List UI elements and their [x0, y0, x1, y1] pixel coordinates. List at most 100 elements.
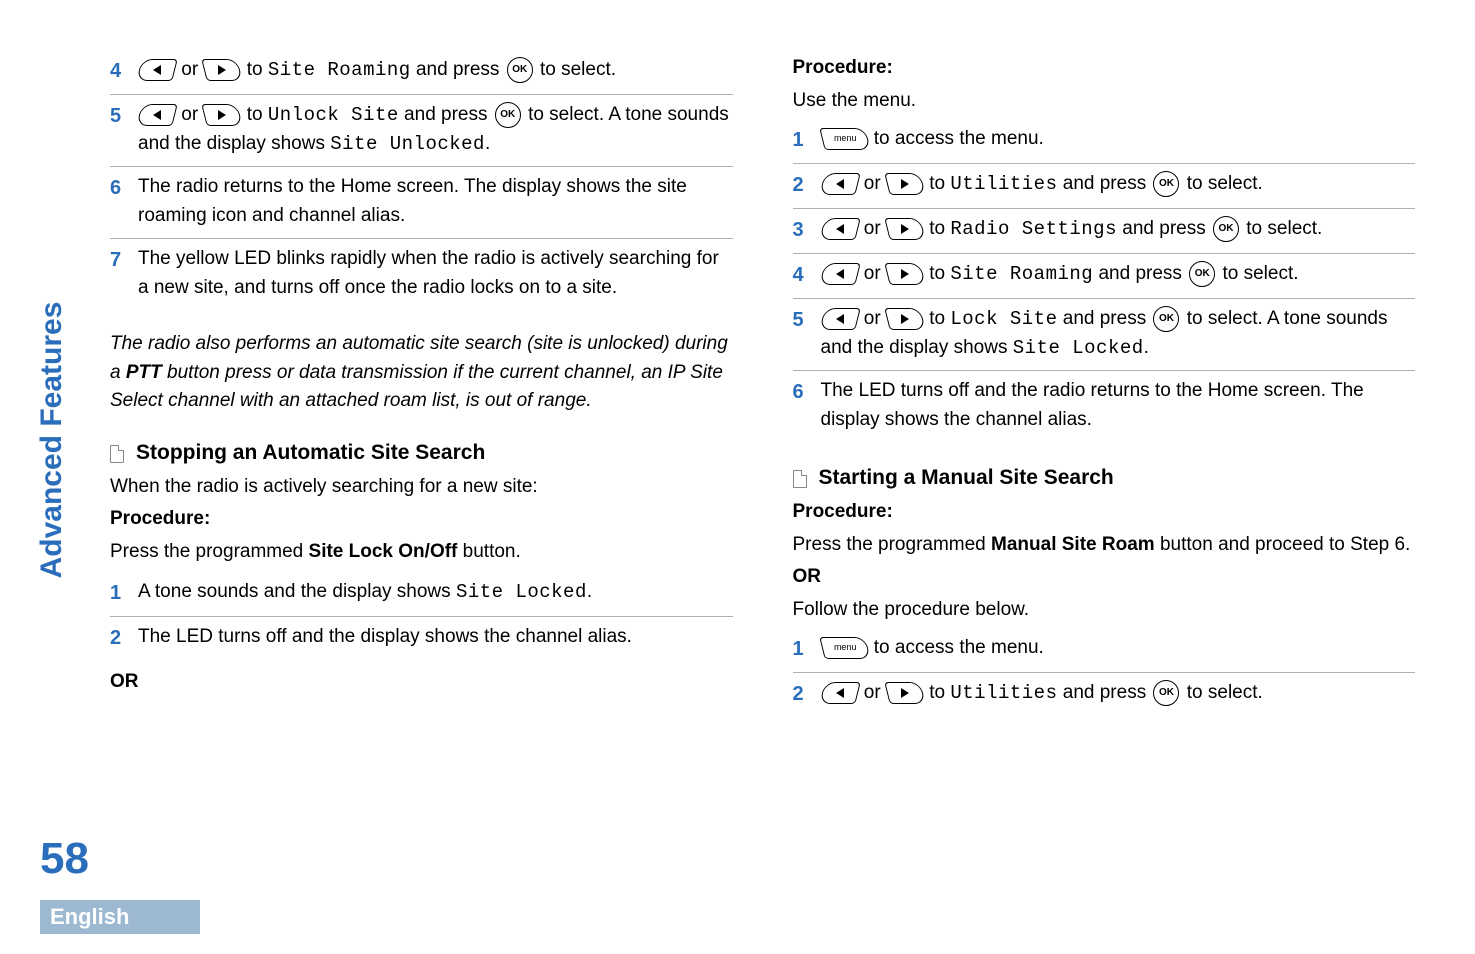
step-number: 5 [110, 101, 138, 131]
content-columns: 4 or to Site Roaming and press OK to sel… [110, 50, 1415, 717]
left-column: 4 or to Site Roaming and press OK to sel… [110, 50, 733, 717]
left-arrow-icon [136, 104, 177, 126]
rstep-2: 2 or to Utilities and press OK to select… [793, 164, 1416, 209]
text: and press [1117, 218, 1211, 239]
page-number: 58 [40, 834, 89, 884]
text: to select. [1187, 682, 1263, 703]
text: and press [1057, 308, 1151, 329]
step-number: 5 [793, 305, 821, 335]
step-body: The radio returns to the Home screen. Th… [138, 173, 733, 230]
ok-icon: OK [1189, 261, 1215, 287]
text: to [929, 682, 950, 703]
menu-icon: menu [819, 128, 870, 150]
left-arrow-icon [136, 59, 177, 81]
language-bar: English [40, 900, 200, 934]
subheading-manual-search: Starting a Manual Site Search [793, 466, 1416, 490]
text: to [929, 218, 950, 239]
ok-icon: OK [1153, 680, 1179, 706]
text: and press [399, 104, 493, 125]
step-number: 4 [793, 260, 821, 290]
substep-1: 1 A tone sounds and the display shows Si… [110, 572, 733, 617]
step-body: or to Radio Settings and press OK to sel… [821, 215, 1416, 244]
text: to select. [540, 59, 616, 80]
step-number: 1 [110, 578, 138, 608]
note-italic: The radio also performs an automatic sit… [110, 330, 733, 416]
text: to [247, 59, 268, 80]
step-body: or to Unlock Site and press OK to select… [138, 101, 733, 158]
page-icon [110, 445, 124, 463]
ptt-bold: PTT [126, 362, 162, 383]
menu-target: Radio Settings [950, 218, 1117, 240]
procedure-label: Procedure: [793, 498, 1416, 527]
step-body: or to Lock Site and press OK to select. … [821, 305, 1416, 362]
follow-procedure: Follow the procedure below. [793, 596, 1416, 625]
text: . [485, 133, 490, 154]
text: Press the programmed [793, 534, 992, 555]
text: Press the programmed [110, 541, 309, 562]
button-name: Site Lock On/Off [309, 541, 458, 562]
text: and press [1057, 173, 1151, 194]
right-column: Procedure: Use the menu. 1 menu to acces… [793, 50, 1416, 717]
right-arrow-icon [202, 59, 243, 81]
step-number: 7 [110, 245, 138, 275]
menu-target: Utilities [950, 682, 1057, 704]
procedure-instruction: Press the programmed Manual Site Roam bu… [793, 531, 1416, 560]
text: to [929, 308, 950, 329]
substep-2: 2 The LED turns off and the display show… [110, 617, 733, 661]
rstep-5: 5 or to Lock Site and press OK to select… [793, 299, 1416, 371]
step-5: 5 or to Unlock Site and press OK to sele… [110, 95, 733, 167]
step-body: The yellow LED blinks rapidly when the r… [138, 245, 733, 302]
subheading-stop-search: Stopping an Automatic Site Search [110, 441, 733, 465]
menu-target: Lock Site [950, 308, 1057, 330]
right-arrow-icon [884, 308, 925, 330]
menu-target: Utilities [950, 173, 1057, 195]
right-arrow-icon [884, 263, 925, 285]
left-arrow-icon [819, 682, 860, 704]
step-number: 2 [793, 679, 821, 709]
intro-text: When the radio is actively searching for… [110, 473, 733, 502]
step-4: 4 or to Site Roaming and press OK to sel… [110, 50, 733, 95]
text: . [587, 581, 592, 602]
bstep-1: 1 menu to access the menu. [793, 628, 1416, 673]
text: to [929, 173, 950, 194]
text: to select. [1187, 173, 1263, 194]
ok-icon: OK [1153, 306, 1179, 332]
left-arrow-icon [819, 263, 860, 285]
text: button press or data transmission if the… [110, 362, 723, 412]
step-body: menu to access the menu. [821, 125, 1416, 154]
step-body: menu to access the menu. [821, 634, 1416, 663]
right-arrow-icon [202, 104, 243, 126]
rstep-3: 3 or to Radio Settings and press OK to s… [793, 209, 1416, 254]
display-result: Site Locked [1013, 337, 1144, 359]
bstep-2: 2 or to Utilities and press OK to select… [793, 673, 1416, 717]
right-arrow-icon [884, 682, 925, 704]
text: to select. [1246, 218, 1322, 239]
text: . [1144, 337, 1149, 358]
step-7: 7 The yellow LED blinks rapidly when the… [110, 239, 733, 310]
step-number: 1 [793, 125, 821, 155]
step-body: The LED turns off and the display shows … [138, 623, 733, 652]
text: to [929, 263, 950, 284]
ok-icon: OK [495, 102, 521, 128]
step-body: or to Utilities and press OK to select. [821, 170, 1416, 199]
rstep-1: 1 menu to access the menu. [793, 119, 1416, 164]
document-page: Advanced Features 58 English 4 or to Sit… [0, 0, 1475, 954]
page-icon [793, 470, 807, 488]
procedure-label: Procedure: [793, 54, 1416, 83]
right-arrow-icon [884, 173, 925, 195]
step-body: A tone sounds and the display shows Site… [138, 578, 733, 607]
step-body: or to Site Roaming and press OK to selec… [821, 260, 1416, 289]
step-6: 6 The radio returns to the Home screen. … [110, 167, 733, 239]
left-arrow-icon [819, 173, 860, 195]
text: to [247, 104, 268, 125]
menu-target: Site Roaming [950, 263, 1093, 285]
right-arrow-icon [884, 218, 925, 240]
ok-icon: OK [1153, 171, 1179, 197]
text: A tone sounds and the display shows [138, 581, 456, 602]
text: button. [457, 541, 520, 562]
text: and press [411, 59, 505, 80]
step-number: 3 [793, 215, 821, 245]
rstep-6: 6 The LED turns off and the radio return… [793, 371, 1416, 442]
step-number: 2 [110, 623, 138, 653]
left-arrow-icon [819, 308, 860, 330]
